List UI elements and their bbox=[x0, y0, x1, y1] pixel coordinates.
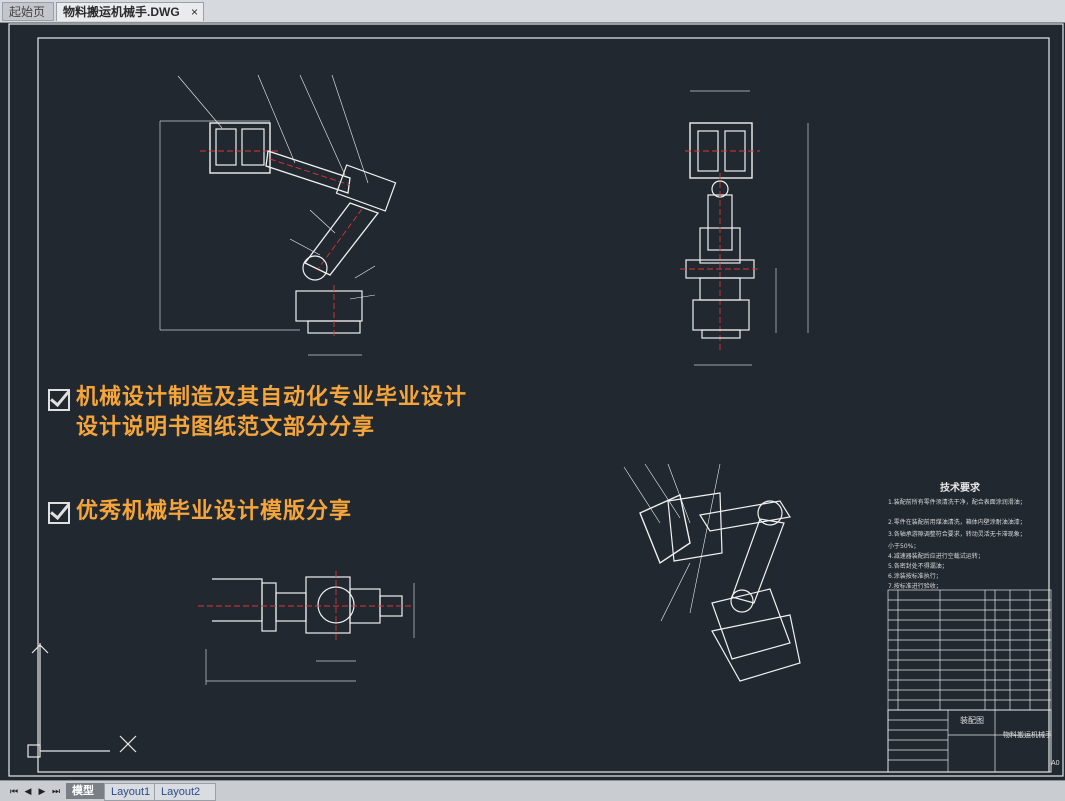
bullet-1-line-2: 设计说明书图纸范文部分分享 bbox=[76, 415, 376, 440]
first-layout-button[interactable]: ⏮ bbox=[8, 784, 20, 798]
side-view bbox=[680, 90, 809, 366]
last-layout-button[interactable]: ⏭ bbox=[50, 784, 62, 798]
layout-tab-bar: ⏮ ◀ ▶ ⏭ 模型 Layout1 Layout2 bbox=[0, 780, 1065, 801]
bullet-1-line-1: 机械设计制造及其自动化专业毕业设计 bbox=[76, 385, 468, 410]
ucs-axis-icon bbox=[27, 643, 137, 758]
checkbox-icon bbox=[48, 502, 70, 524]
tech-requirements-title: 技术要求 bbox=[940, 483, 980, 494]
next-layout-button[interactable]: ▶ bbox=[36, 784, 48, 798]
tech-line: 3.各轴承游隙调整符合要求，转动灵活无卡滞现象； bbox=[888, 531, 1026, 538]
tech-line: 1.装配前所有零件须清洗干净，配合表面涂润滑油； bbox=[888, 499, 1026, 506]
title-block-name: 装配图 bbox=[960, 716, 984, 725]
tab-drawing-file[interactable]: 物料搬运机械手.DWG × bbox=[56, 2, 204, 21]
parts-table bbox=[887, 589, 1052, 773]
tech-line: 6.涂装按标准执行； bbox=[888, 573, 942, 580]
bullet-2: 优秀机械毕业设计模版分享 bbox=[76, 499, 353, 524]
drawing-canvas[interactable]: 机械设计制造及其自动化专业毕业设计 设计说明书图纸范文部分分享 优秀机械毕业设计… bbox=[0, 23, 1065, 780]
prev-layout-button[interactable]: ◀ bbox=[22, 784, 34, 798]
checkbox-icon bbox=[48, 389, 70, 411]
tech-line: 5.各密封处不得漏油； bbox=[888, 563, 948, 570]
tab-layout2[interactable]: Layout2 bbox=[154, 783, 216, 801]
title-block-product: 物料搬运机械手 bbox=[1003, 731, 1052, 739]
iso-view bbox=[623, 463, 801, 682]
tech-line: 7.按标准进行验收； bbox=[888, 583, 942, 590]
top-view bbox=[198, 571, 415, 685]
tab-drawing-file-label: 物料搬运机械手.DWG bbox=[63, 5, 180, 19]
close-icon[interactable]: × bbox=[191, 3, 198, 22]
tab-start-page[interactable]: 起始页 bbox=[2, 2, 54, 21]
file-tab-bar: 起始页 物料搬运机械手.DWG × bbox=[0, 0, 1065, 23]
front-view bbox=[159, 74, 397, 356]
tech-line: 4.减速器装配后应进行空载试运转； bbox=[888, 553, 984, 560]
sheet-size-label: A0 bbox=[1051, 760, 1060, 767]
tech-line: 2.零件在装配前用煤油清洗，箱体内壁涂耐油油漆； bbox=[888, 519, 1026, 526]
tech-line: 小于50%； bbox=[888, 543, 920, 550]
